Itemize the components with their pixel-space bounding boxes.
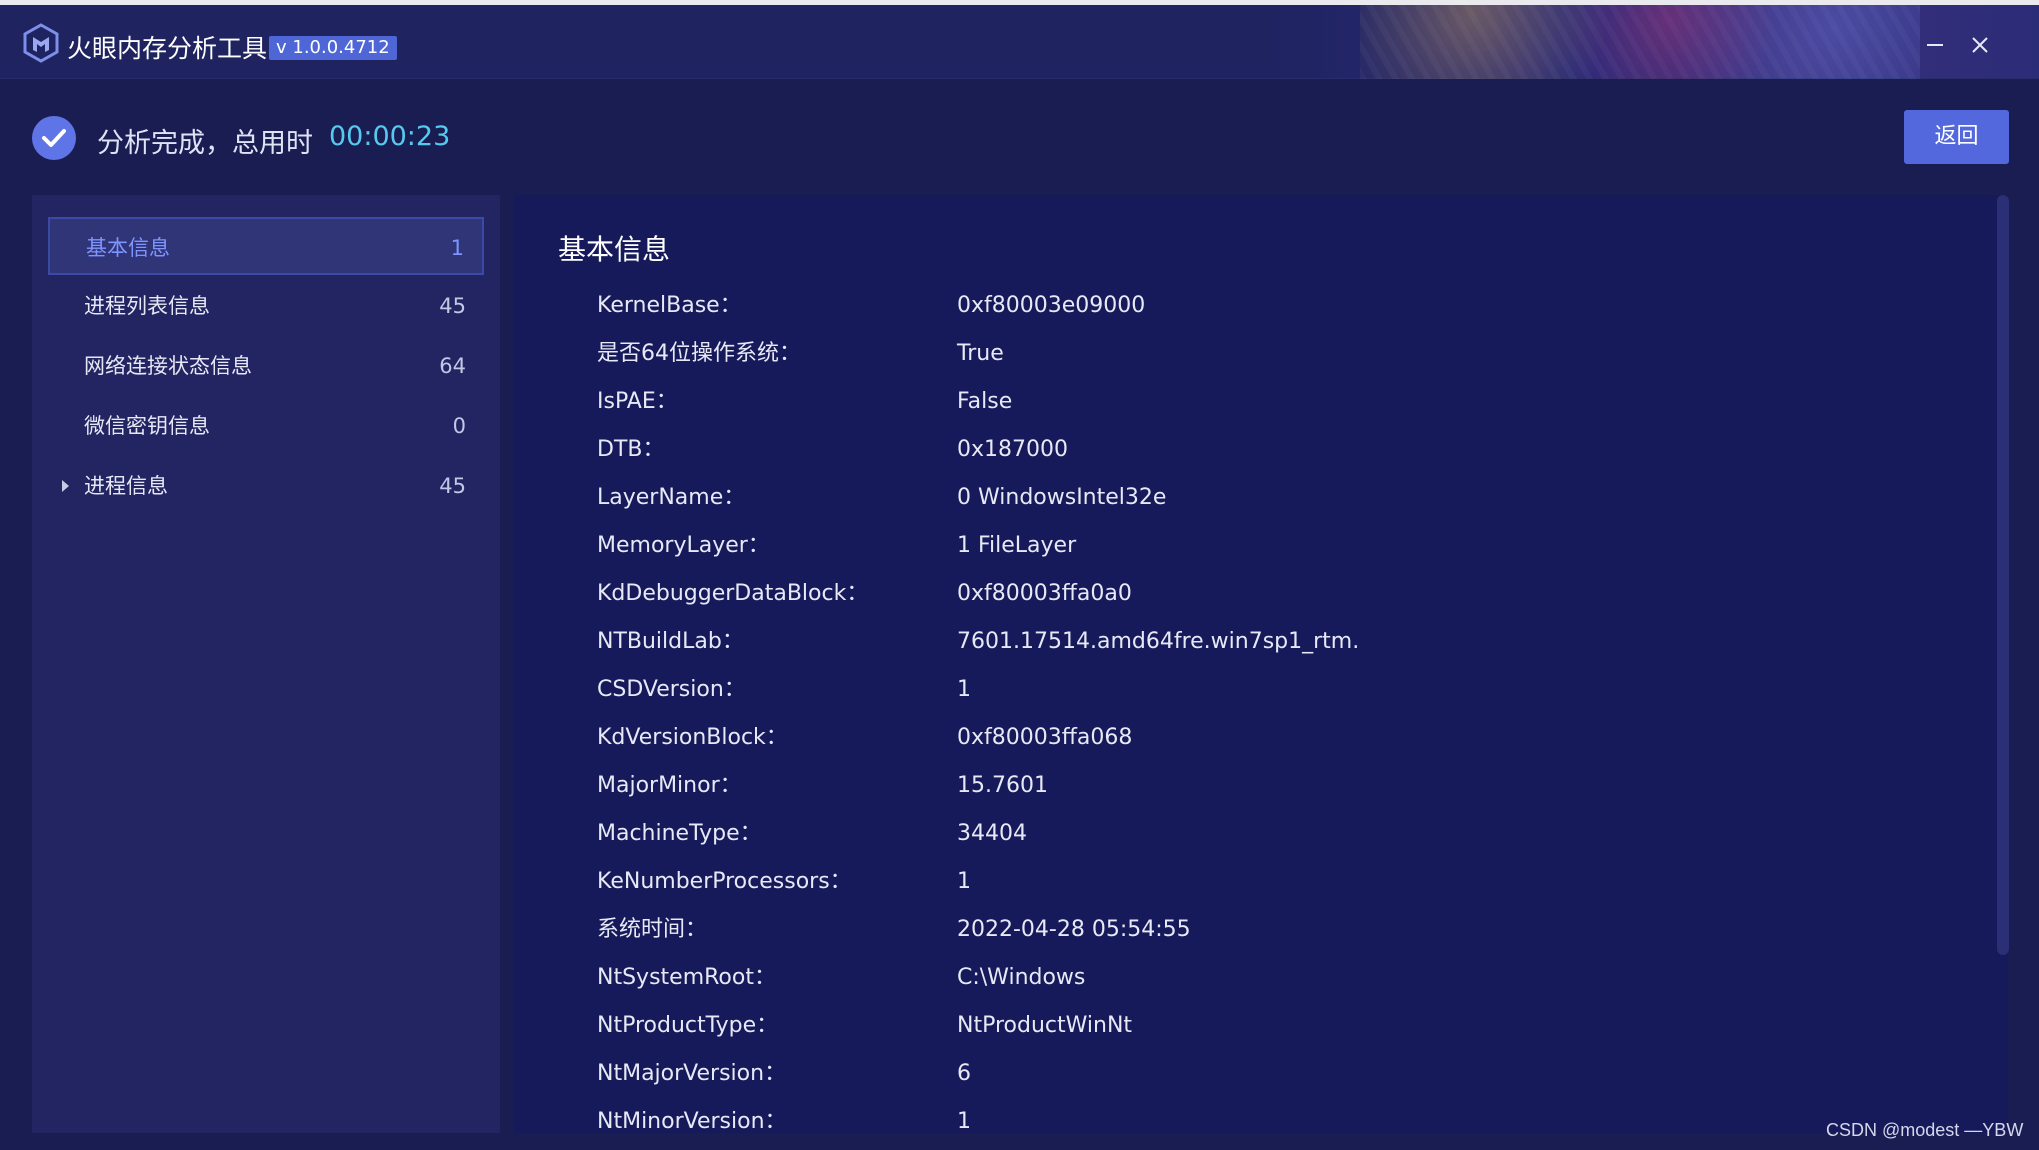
- info-value: 0x187000: [957, 437, 1068, 462]
- caret-right-icon[interactable]: [62, 480, 69, 492]
- info-value: 6: [957, 1061, 971, 1086]
- info-value: 0xf80003e09000: [957, 293, 1146, 318]
- sidebar-item-count: 64: [439, 354, 466, 378]
- info-key: MemoryLayer：: [597, 533, 770, 558]
- info-key: MachineType：: [597, 821, 762, 846]
- sidebar: 基本信息 1 进程列表信息 45 网络连接状态信息 64 微信密钥信息 0 进程…: [32, 195, 500, 1133]
- sidebar-item-process-info[interactable]: 进程信息 45: [48, 457, 484, 515]
- status-text: 分析完成，总用时: [97, 128, 313, 159]
- sidebar-item-label: 进程列表信息: [84, 294, 210, 318]
- info-row: NTBuildLab： 7601.17514.amd64fre.win7sp1_r…: [514, 618, 1914, 666]
- info-value: True: [957, 341, 1004, 366]
- info-row: MachineType： 34404: [514, 810, 1914, 858]
- info-value: 7601.17514.amd64fre.win7sp1_rtm.: [957, 629, 1360, 654]
- info-row: KdDebuggerDataBlock： 0xf80003ffa0a0: [514, 570, 1914, 618]
- info-key: NtMajorVersion：: [597, 1061, 787, 1086]
- info-row: NtMajorVersion： 6: [514, 1050, 1914, 1098]
- check-circle-icon: [31, 115, 77, 161]
- info-key: KdVersionBlock：: [597, 725, 788, 750]
- page-title: 基本信息: [558, 233, 671, 266]
- info-row: MemoryLayer： 1 FileLayer: [514, 522, 1914, 570]
- info-key: KeNumberProcessors：: [597, 869, 852, 894]
- info-row: KdVersionBlock： 0xf80003ffa068: [514, 714, 1914, 762]
- info-value: 1: [957, 1109, 971, 1133]
- info-key: CSDVersion：: [597, 677, 746, 702]
- info-value: 2022-04-28 05:54:55: [957, 917, 1191, 942]
- title-bar: 火眼内存分析工具 v 1.0.0.4712: [0, 0, 2039, 79]
- info-row: 系统时间： 2022-04-28 05:54:55: [514, 906, 1914, 954]
- info-row: LayerName： 0 WindowsIntel32e: [514, 474, 1914, 522]
- info-value: 1: [957, 869, 971, 894]
- minimize-icon[interactable]: [1919, 29, 1951, 61]
- version-badge: v 1.0.0.4712: [269, 36, 397, 60]
- info-key: KdDebuggerDataBlock：: [597, 581, 869, 606]
- info-value: C:\Windows: [957, 965, 1086, 990]
- main-panel: 基本信息 KernelBase： 0xf80003e09000 是否64位操作系统：…: [514, 195, 2008, 1133]
- info-key: NtMinorVersion：: [597, 1109, 787, 1133]
- info-key: NTBuildLab：: [597, 629, 744, 654]
- elapsed-time: 00:00:23: [329, 121, 451, 152]
- info-key: LayerName：: [597, 485, 746, 510]
- info-row: KernelBase： 0xf80003e09000: [514, 282, 1914, 330]
- app-logo-icon: [22, 23, 60, 63]
- info-row: IsPAE： False: [514, 378, 1914, 426]
- banner-artwork: [1360, 5, 1920, 79]
- info-key: MajorMinor：: [597, 773, 742, 798]
- sidebar-item-label: 进程信息: [84, 474, 168, 498]
- info-value: 0xf80003ffa0a0: [957, 581, 1132, 606]
- info-value: 15.7601: [957, 773, 1048, 798]
- info-row: NtMinorVersion： 1: [514, 1098, 1914, 1133]
- sidebar-item-network-connections[interactable]: 网络连接状态信息 64: [48, 337, 484, 395]
- sidebar-item-wechat-keys[interactable]: 微信密钥信息 0: [48, 397, 484, 455]
- scrollbar[interactable]: [1997, 195, 2009, 955]
- info-row: DTB： 0x187000: [514, 426, 1914, 474]
- info-value: 0xf80003ffa068: [957, 725, 1133, 750]
- sidebar-item-label: 微信密钥信息: [84, 414, 210, 438]
- info-key: NtSystemRoot：: [597, 965, 776, 990]
- watermark: CSDN @modest —YBW: [1826, 1120, 2024, 1140]
- sidebar-item-process-list[interactable]: 进程列表信息 45: [48, 277, 484, 335]
- sidebar-item-count: 45: [439, 474, 466, 498]
- info-value: 0 WindowsIntel32e: [957, 485, 1167, 510]
- info-value: 1: [957, 677, 971, 702]
- sidebar-item-label: 网络连接状态信息: [84, 354, 252, 378]
- info-key: NtProductType：: [597, 1013, 779, 1038]
- sidebar-item-basic-info[interactable]: 基本信息 1: [48, 217, 484, 275]
- app-title: 火眼内存分析工具: [67, 34, 268, 63]
- info-row: MajorMinor： 15.7601: [514, 762, 1914, 810]
- close-icon[interactable]: [1964, 29, 1996, 61]
- info-key: 是否64位操作系统：: [597, 341, 801, 366]
- info-row: NtProductType： NtProductWinNt: [514, 1002, 1914, 1050]
- info-key: KernelBase：: [597, 293, 742, 318]
- sidebar-item-count: 1: [450, 236, 464, 260]
- info-value: 34404: [957, 821, 1027, 846]
- sidebar-item-count: 45: [439, 294, 466, 318]
- info-value: False: [957, 389, 1013, 414]
- back-button[interactable]: 返回: [1904, 110, 2009, 164]
- info-value: NtProductWinNt: [957, 1013, 1133, 1038]
- info-row: NtSystemRoot： C:\Windows: [514, 954, 1914, 1002]
- sidebar-item-count: 0: [452, 414, 466, 438]
- sidebar-item-label: 基本信息: [86, 236, 170, 260]
- info-key: IsPAE：: [597, 389, 678, 414]
- info-value: 1 FileLayer: [957, 533, 1077, 558]
- info-row: KeNumberProcessors： 1: [514, 858, 1914, 906]
- info-key: DTB：: [597, 437, 665, 462]
- info-key: 系统时间：: [597, 917, 708, 942]
- info-row: 是否64位操作系统： True: [514, 330, 1914, 378]
- info-row: CSDVersion： 1: [514, 666, 1914, 714]
